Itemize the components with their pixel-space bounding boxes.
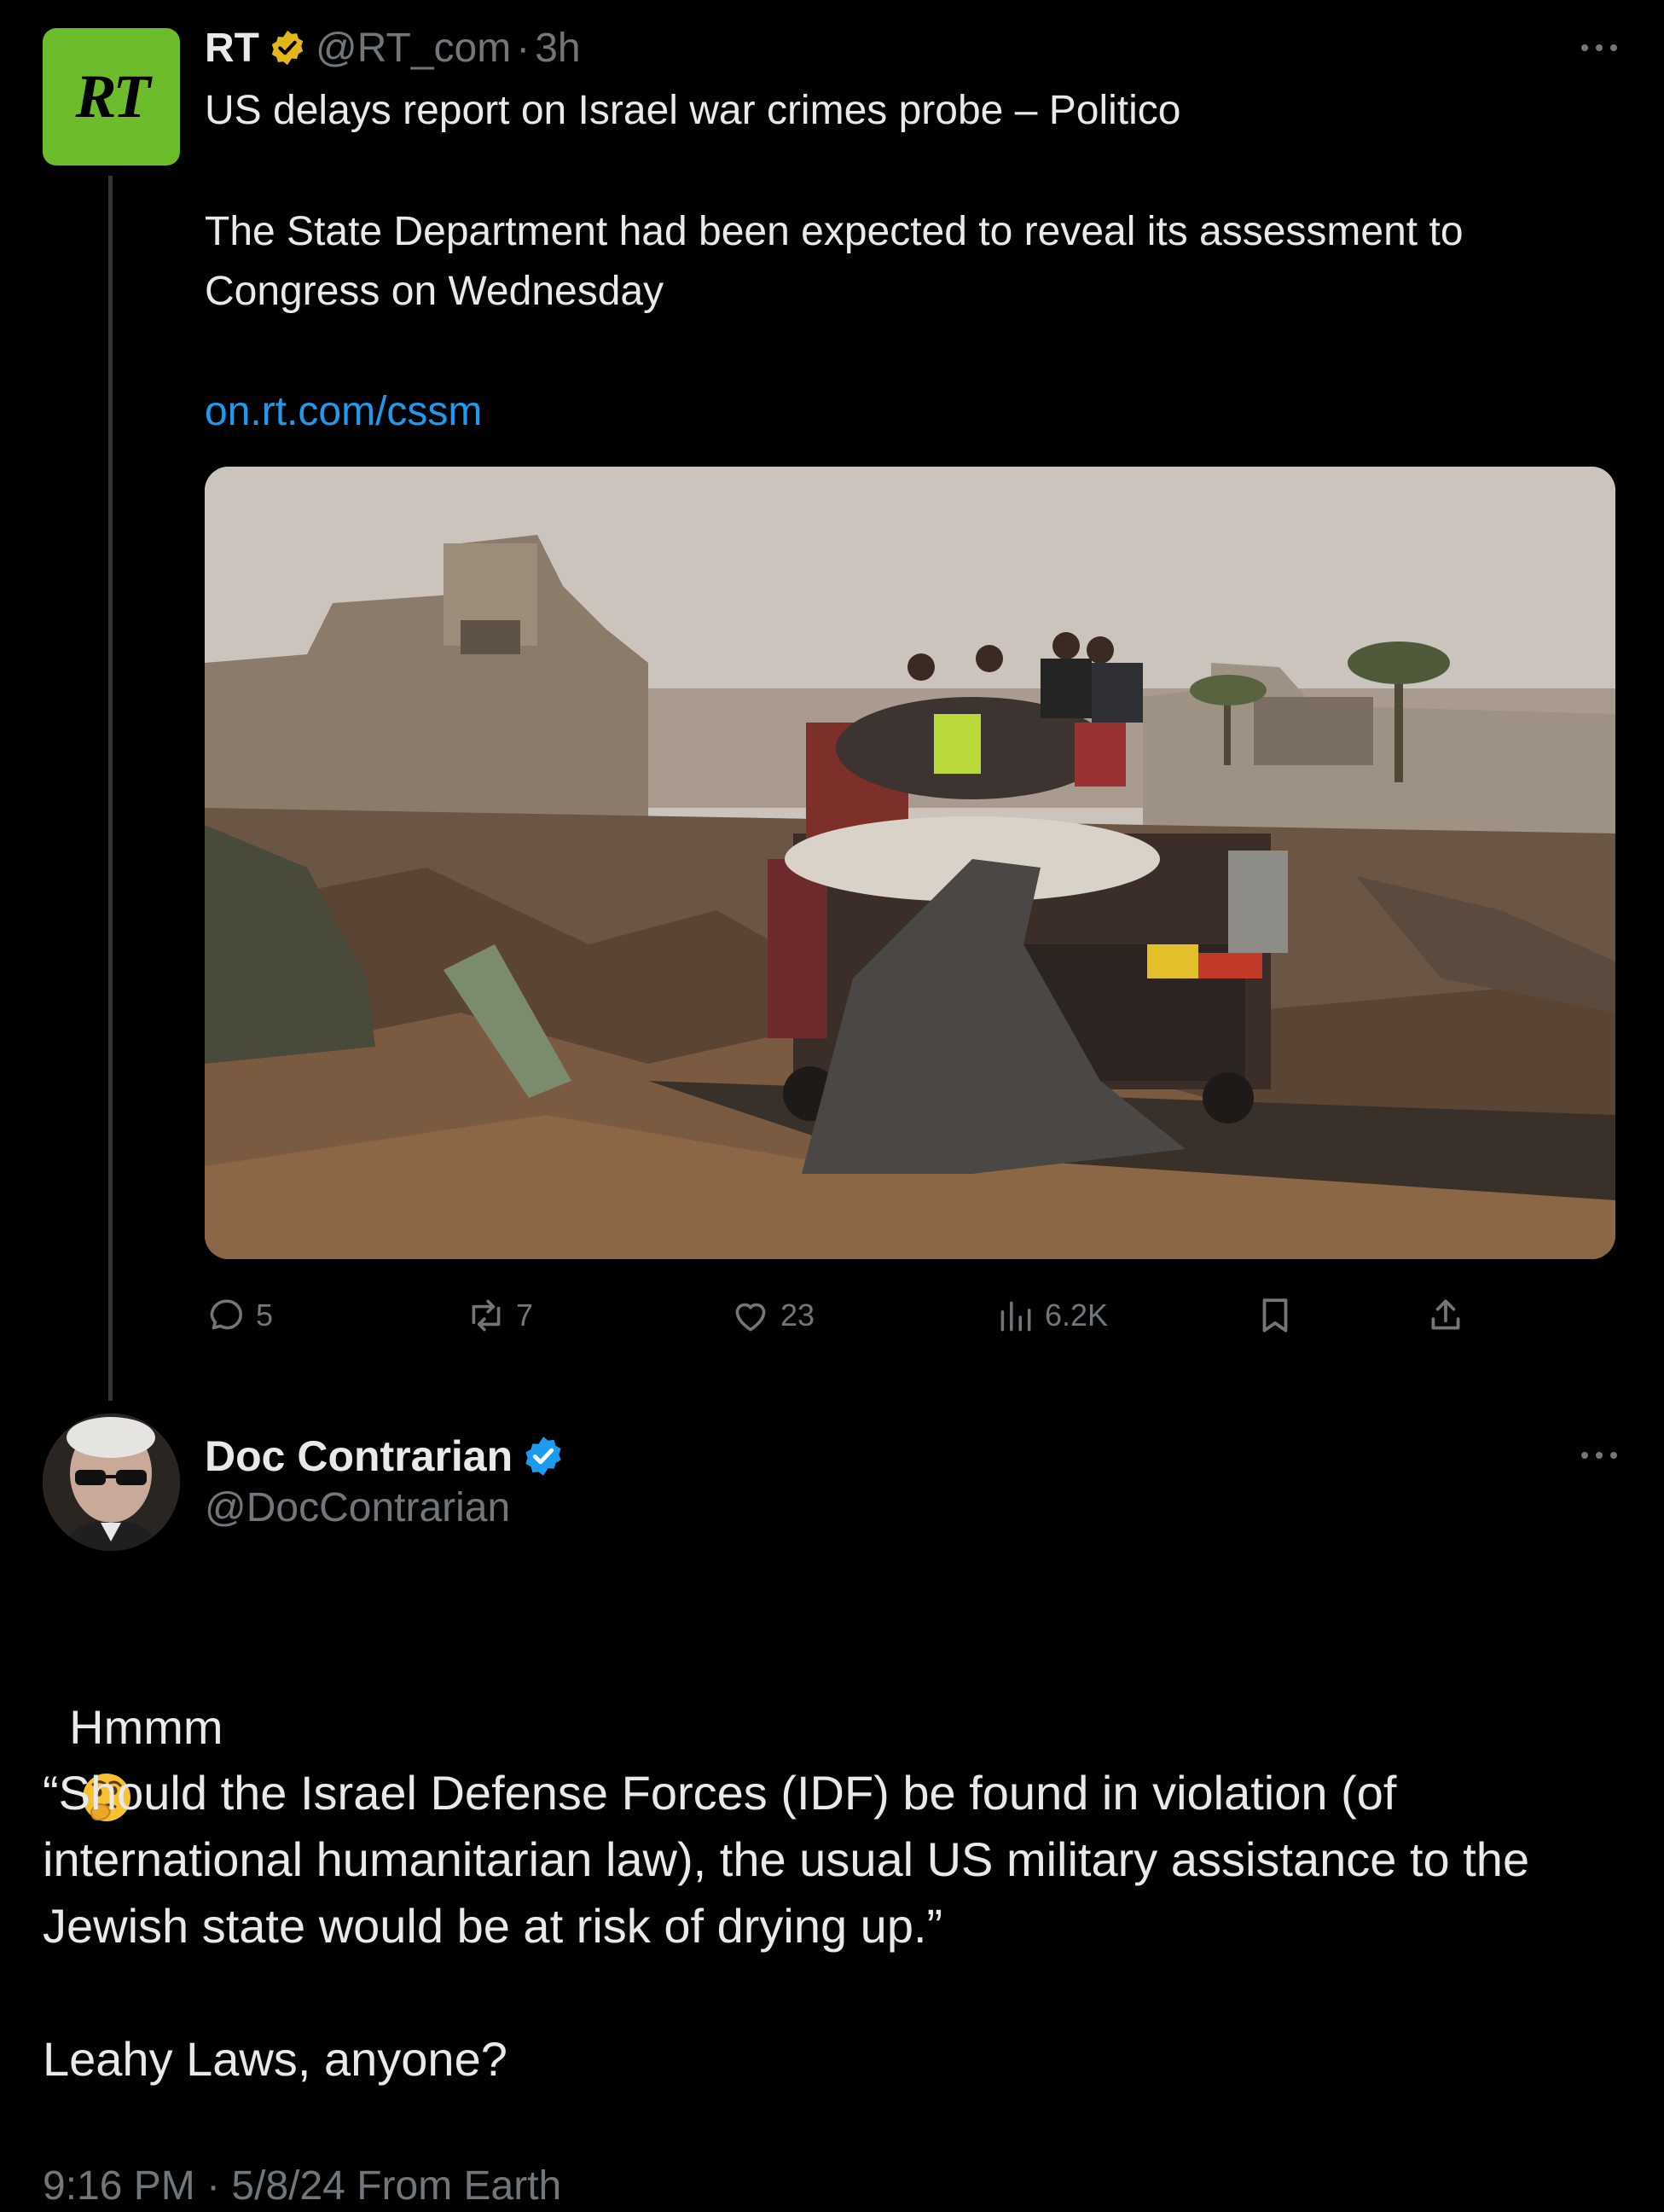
like-action[interactable]: 23	[729, 1290, 815, 1341]
share-action[interactable]	[1424, 1290, 1476, 1341]
tweet-photo[interactable]	[205, 467, 1615, 1259]
rt-handle[interactable]: @RT_com	[316, 25, 511, 72]
repost-icon	[472, 1299, 501, 1332]
reply-count: 5	[256, 1298, 274, 1332]
reply-quote: “Should the Israel Defense Forces (IDF) …	[43, 1766, 1530, 1953]
reply-action[interactable]: 5	[205, 1290, 273, 1341]
reply-icon	[210, 1299, 242, 1330]
avatar-portrait	[43, 1414, 180, 1551]
share-icon	[1431, 1299, 1460, 1330]
doc-author-name[interactable]: Doc Contrarian	[205, 1431, 513, 1481]
rt-author-name[interactable]: RT	[205, 25, 259, 72]
views-count: 6.2K	[1045, 1298, 1109, 1332]
bookmark-action[interactable]	[1254, 1290, 1305, 1341]
blue-verified-icon	[525, 1437, 561, 1476]
rt-headline: US delays report on Israel war crimes pr…	[205, 88, 1181, 133]
doc-handle[interactable]: @DocContrarian	[205, 1483, 510, 1534]
rt-logo-text: RT	[75, 62, 150, 131]
photo-scene-illustration	[205, 467, 1615, 1259]
header-separator: ·	[516, 25, 531, 71]
doc-avatar[interactable]	[43, 1414, 180, 1551]
rt-tweet-header: RT @RT_com · 3h	[205, 22, 581, 73]
rt-post-time[interactable]: 3h	[535, 25, 580, 72]
rt-body: The State Department had been expected t…	[205, 209, 1464, 314]
rt-link[interactable]: on.rt.com/cssm	[205, 382, 482, 442]
thread-connector-line	[108, 176, 113, 1401]
like-count: 23	[780, 1298, 815, 1332]
post-timestamp[interactable]: 9:16 PM · 5/8/24 From Earth	[43, 2163, 561, 2209]
reply-hmmm: Hmmm	[69, 1700, 223, 1754]
views-icon	[1000, 1301, 1031, 1332]
rt-avatar[interactable]: RT	[43, 28, 180, 165]
reply-last-line: Leahy Laws, anyone?	[43, 2032, 507, 2086]
doc-name-row: Doc Contrarian	[205, 1426, 574, 1486]
more-icon[interactable]	[1581, 1452, 1617, 1460]
repost-count: 7	[516, 1298, 534, 1332]
like-icon	[735, 1303, 766, 1332]
more-icon[interactable]	[1581, 44, 1617, 53]
views-action[interactable]: 6.2K	[994, 1290, 1108, 1341]
bookmark-icon	[1262, 1298, 1288, 1332]
gold-verified-icon	[271, 30, 304, 66]
repost-action[interactable]: 7	[465, 1290, 533, 1341]
